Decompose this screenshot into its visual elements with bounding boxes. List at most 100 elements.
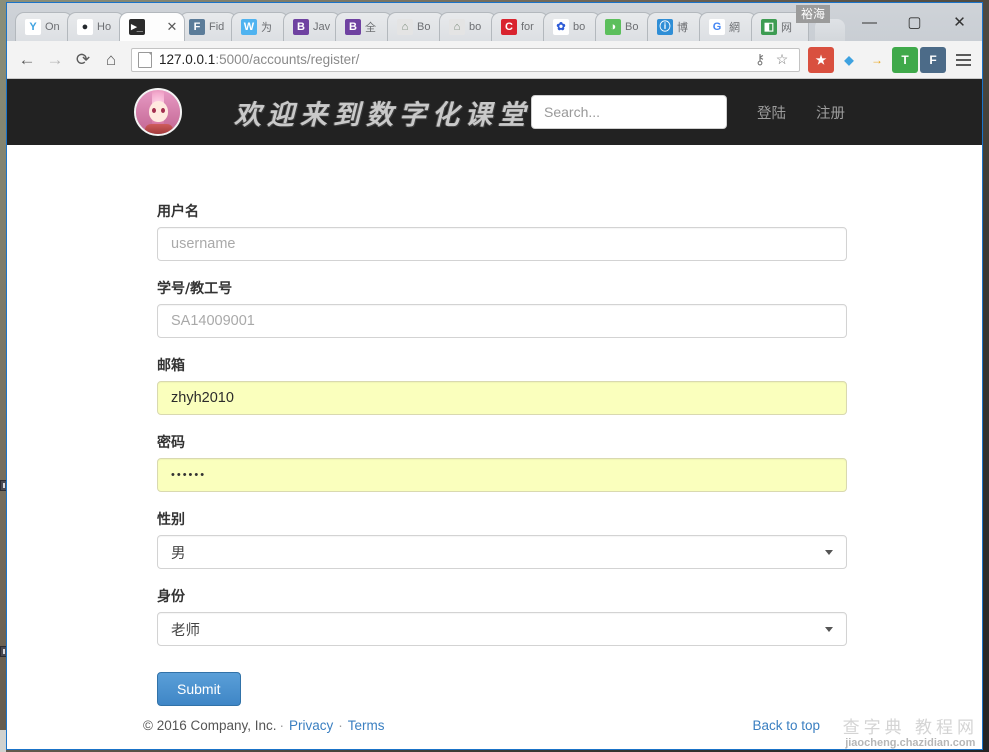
gender-selected-value: 男 bbox=[171, 545, 186, 562]
register-form: 用户名 username 学号/教工号 SA14009001 邮箱 zhyh2010 密码 •… bbox=[7, 145, 982, 706]
w-blue-icon: W bbox=[241, 19, 257, 35]
reload-icon[interactable]: ⟳ bbox=[69, 46, 97, 74]
url-text: 127.0.0.1:5000/accounts/register/ bbox=[159, 52, 359, 67]
student-id-label: 学号/教工号 bbox=[157, 281, 233, 297]
email-input[interactable]: zhyh2010 bbox=[157, 381, 847, 415]
browser-tab[interactable]: ● Ho bbox=[67, 12, 125, 41]
fiddler-icon: F bbox=[189, 19, 205, 35]
password-label: 密码 bbox=[157, 435, 185, 451]
student-id-placeholder: SA14009001 bbox=[171, 313, 255, 329]
browser-tab[interactable]: B全 bbox=[335, 12, 393, 41]
gender-select[interactable]: 男 bbox=[157, 535, 847, 569]
browser-tab[interactable]: ✿ bo bbox=[543, 12, 601, 41]
footer-separator: · bbox=[279, 718, 285, 733]
identity-select[interactable]: 老师 bbox=[157, 612, 847, 646]
forward-icon[interactable]: → bbox=[41, 46, 69, 74]
terms-link[interactable]: Terms bbox=[348, 718, 385, 733]
tab-label: 全 bbox=[365, 22, 376, 34]
submit-button[interactable]: Submit bbox=[157, 672, 241, 706]
nav-login-link[interactable]: 登陆 bbox=[757, 102, 786, 123]
b-purple-icon: B bbox=[345, 19, 361, 35]
bank-grey-icon: ⌂ bbox=[397, 19, 413, 35]
form-group-student-id: 学号/教工号 SA14009001 bbox=[157, 278, 982, 338]
pocket-extension[interactable]: ★ bbox=[808, 46, 834, 73]
github-icon: ● bbox=[77, 19, 93, 35]
yy-diamond-icon: Y bbox=[25, 19, 41, 35]
form-group-gender: 性别男 bbox=[157, 509, 982, 569]
fiddler-extension[interactable]: F bbox=[920, 46, 946, 73]
mobile-view-extension[interactable]: → bbox=[864, 46, 890, 73]
email-value: zhyh2010 bbox=[171, 390, 234, 406]
browser-tab[interactable]: ▸_ ✕ bbox=[119, 12, 185, 41]
tab-label: 網 bbox=[729, 22, 740, 34]
form-group-identity: 身份 老师 bbox=[157, 586, 982, 646]
chrome-menu-icon[interactable] bbox=[950, 47, 976, 73]
chevron-down-icon bbox=[825, 549, 833, 555]
page-viewport: 欢迎来到数字化课堂 Search... 登陆 注册 用户名 username 学号/… bbox=[7, 79, 982, 749]
identity-selected-value: 老师 bbox=[171, 622, 200, 639]
form-group-password: 密码 •••••• bbox=[157, 432, 982, 492]
student-id-input[interactable]: SA14009001 bbox=[157, 304, 847, 338]
browser-toolbar: ← → ⟳ ⌂ 127.0.0.1:5000/accounts/register… bbox=[7, 41, 982, 79]
browser-tab[interactable]: F Fid bbox=[179, 12, 237, 41]
browser-tab[interactable]: ⌂ Bo bbox=[387, 12, 445, 41]
privacy-link[interactable]: Privacy bbox=[289, 718, 333, 733]
browser-tab[interactable]: ⓘ 博 bbox=[647, 12, 705, 41]
search-input[interactable]: Search... bbox=[531, 95, 727, 129]
cnblogs-icon: ⓘ bbox=[657, 19, 673, 35]
password-input[interactable]: •••••• bbox=[157, 458, 847, 492]
tab-label: Bo bbox=[625, 21, 639, 33]
back-icon[interactable]: ← bbox=[13, 46, 41, 74]
browser-window: Y On ● Ho ▸_ ✕ F Fid W 为 B Jav B 全 ⌂ Bo ⌂ bo Cfor ✿ bo ◑ Bo ⓘ 博 G… bbox=[6, 2, 983, 750]
chevron-down-icon bbox=[825, 626, 833, 632]
username-placeholder: username bbox=[171, 236, 236, 252]
google-icon: G bbox=[709, 19, 725, 35]
browser-tab[interactable]: Cfor bbox=[491, 12, 549, 41]
back-to-top-link[interactable]: Back to top bbox=[752, 718, 820, 733]
tab-label: Jav bbox=[313, 21, 331, 33]
bookmark-star-icon[interactable]: ☆ bbox=[771, 48, 793, 72]
browser-tab[interactable]: B Jav bbox=[283, 12, 341, 41]
ime-tray-badge[interactable]: 裕海 bbox=[795, 5, 830, 23]
tab-label: Bo bbox=[417, 21, 431, 33]
page-info-icon[interactable] bbox=[138, 51, 152, 68]
tab-close-icon[interactable]: ✕ bbox=[166, 19, 178, 34]
browser-tab[interactable]: Y On bbox=[15, 12, 73, 41]
tab-strip: Y On ● Ho ▸_ ✕ F Fid W 为 B Jav B 全 ⌂ Bo ⌂ bo Cfor ✿ bo ◑ Bo ⓘ 博 G… bbox=[7, 3, 982, 41]
gender-label: 性别 bbox=[157, 512, 185, 528]
tab-label: Ho bbox=[97, 21, 112, 33]
anime-avatar-logo[interactable] bbox=[134, 88, 182, 136]
home-icon[interactable]: ⌂ bbox=[97, 46, 125, 74]
yy-extension[interactable]: ◆ bbox=[836, 46, 862, 73]
browser-tab[interactable]: W为 bbox=[231, 12, 289, 41]
url-path: :5000/accounts/register/ bbox=[215, 52, 360, 67]
tab-label: 博 bbox=[677, 22, 688, 34]
browser-tab[interactable]: ⌂ bo bbox=[439, 12, 497, 41]
browser-tab[interactable]: G網 bbox=[699, 12, 757, 41]
page-title: 欢迎来到数字化课堂 bbox=[234, 99, 531, 131]
password-key-icon[interactable]: ⚷ bbox=[749, 48, 771, 72]
tab-label: On bbox=[45, 21, 60, 33]
tampermonkey-extension[interactable]: T bbox=[892, 46, 918, 73]
address-bar[interactable]: 127.0.0.1:5000/accounts/register/ ⚷ ☆ bbox=[131, 47, 800, 72]
tab-label: 为 bbox=[261, 22, 272, 34]
minimize-button[interactable]: — bbox=[847, 7, 892, 37]
maximize-button[interactable]: ▢ bbox=[892, 7, 937, 37]
site-navbar: 欢迎来到数字化课堂 Search... 登陆 注册 bbox=[7, 79, 982, 145]
green-circle-icon: ◑ bbox=[605, 19, 621, 35]
baidu-paw-icon: ✿ bbox=[553, 19, 569, 35]
tab-label: for bbox=[521, 21, 534, 33]
close-button[interactable]: ✕ bbox=[937, 7, 982, 37]
tab-label: bo bbox=[573, 21, 586, 33]
url-host: 127.0.0.1 bbox=[159, 52, 216, 67]
tab-label: bo bbox=[469, 21, 482, 33]
site-footer: © 2016 Company, Inc. · Privacy · Terms B… bbox=[7, 718, 982, 733]
nav-register-link[interactable]: 注册 bbox=[816, 102, 845, 123]
browser-tab[interactable]: ◑ Bo bbox=[595, 12, 653, 41]
username-label: 用户名 bbox=[157, 204, 199, 220]
window-controls: — ▢ ✕ bbox=[847, 3, 982, 41]
console-icon: ▸_ bbox=[129, 19, 145, 35]
watermark-en: jiaocheng.chazidian.com bbox=[845, 737, 976, 749]
book-green-icon: ◧ bbox=[761, 19, 777, 35]
username-input[interactable]: username bbox=[157, 227, 847, 261]
